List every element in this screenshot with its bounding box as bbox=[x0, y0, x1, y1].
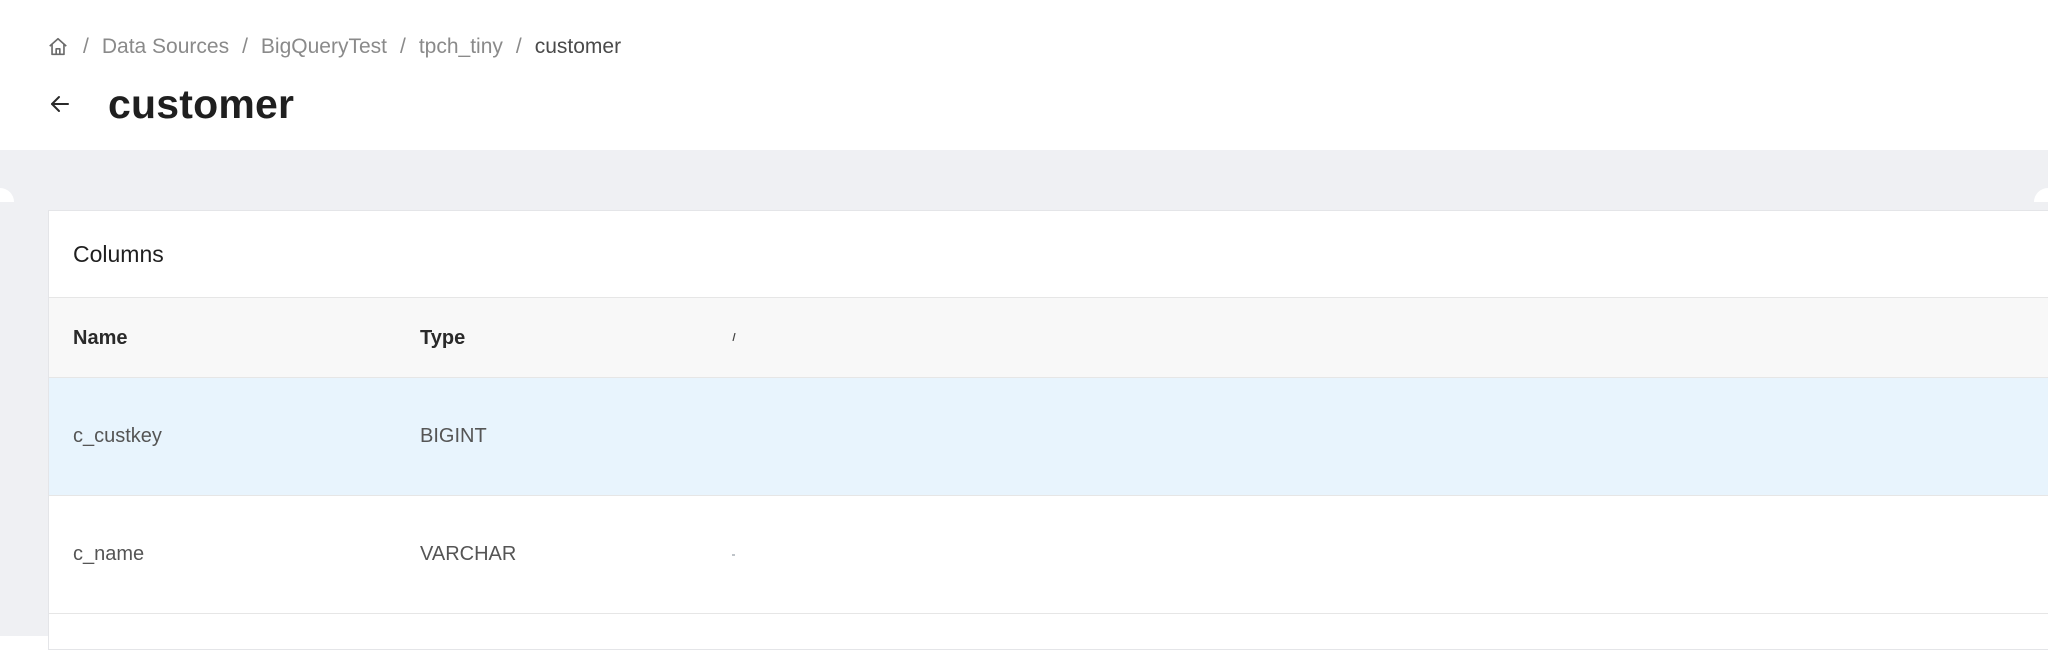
breadcrumb-item-current: customer bbox=[534, 35, 622, 58]
home-icon[interactable] bbox=[46, 35, 70, 59]
column-resize-handle[interactable] bbox=[732, 328, 736, 342]
breadcrumb-item-data-sources[interactable]: Data Sources bbox=[102, 35, 229, 59]
table-row[interactable]: c_name VARCHAR bbox=[49, 496, 2048, 614]
page-title: customer bbox=[108, 80, 295, 127]
columns-card: Columns Name Type c_custkey BIGINT c_nam… bbox=[48, 210, 2048, 650]
breadcrumb-separator: / bbox=[83, 35, 89, 58]
column-header-type[interactable]: Type bbox=[420, 298, 465, 378]
breadcrumb-separator: / bbox=[515, 35, 522, 58]
table-row[interactable]: c_custkey BIGINT bbox=[49, 378, 2048, 496]
arrow-left-icon[interactable] bbox=[46, 90, 74, 118]
title-row: customer bbox=[46, 76, 294, 132]
column-name-cell: c_custkey bbox=[73, 425, 162, 447]
breadcrumb-item-tpch-tiny[interactable]: tpch_tiny bbox=[419, 35, 503, 59]
cell-marker bbox=[732, 554, 735, 556]
breadcrumb: / Data Sources / BigQueryTest / tpch_tin… bbox=[46, 32, 621, 62]
breadcrumb-item-bigquerytest[interactable]: BigQueryTest bbox=[261, 35, 387, 59]
column-type-cell: VARCHAR bbox=[420, 543, 517, 565]
column-header-name[interactable]: Name bbox=[73, 298, 127, 378]
column-type-cell: BIGINT bbox=[420, 425, 487, 447]
columns-card-title: Columns bbox=[73, 240, 164, 267]
table-header-row: Name Type bbox=[49, 297, 2048, 378]
column-name-cell: c_name bbox=[73, 543, 145, 565]
breadcrumb-separator: / bbox=[399, 35, 406, 58]
page-header: / Data Sources / BigQueryTest / tpch_tin… bbox=[0, 0, 2048, 150]
breadcrumb-separator: / bbox=[242, 35, 248, 58]
